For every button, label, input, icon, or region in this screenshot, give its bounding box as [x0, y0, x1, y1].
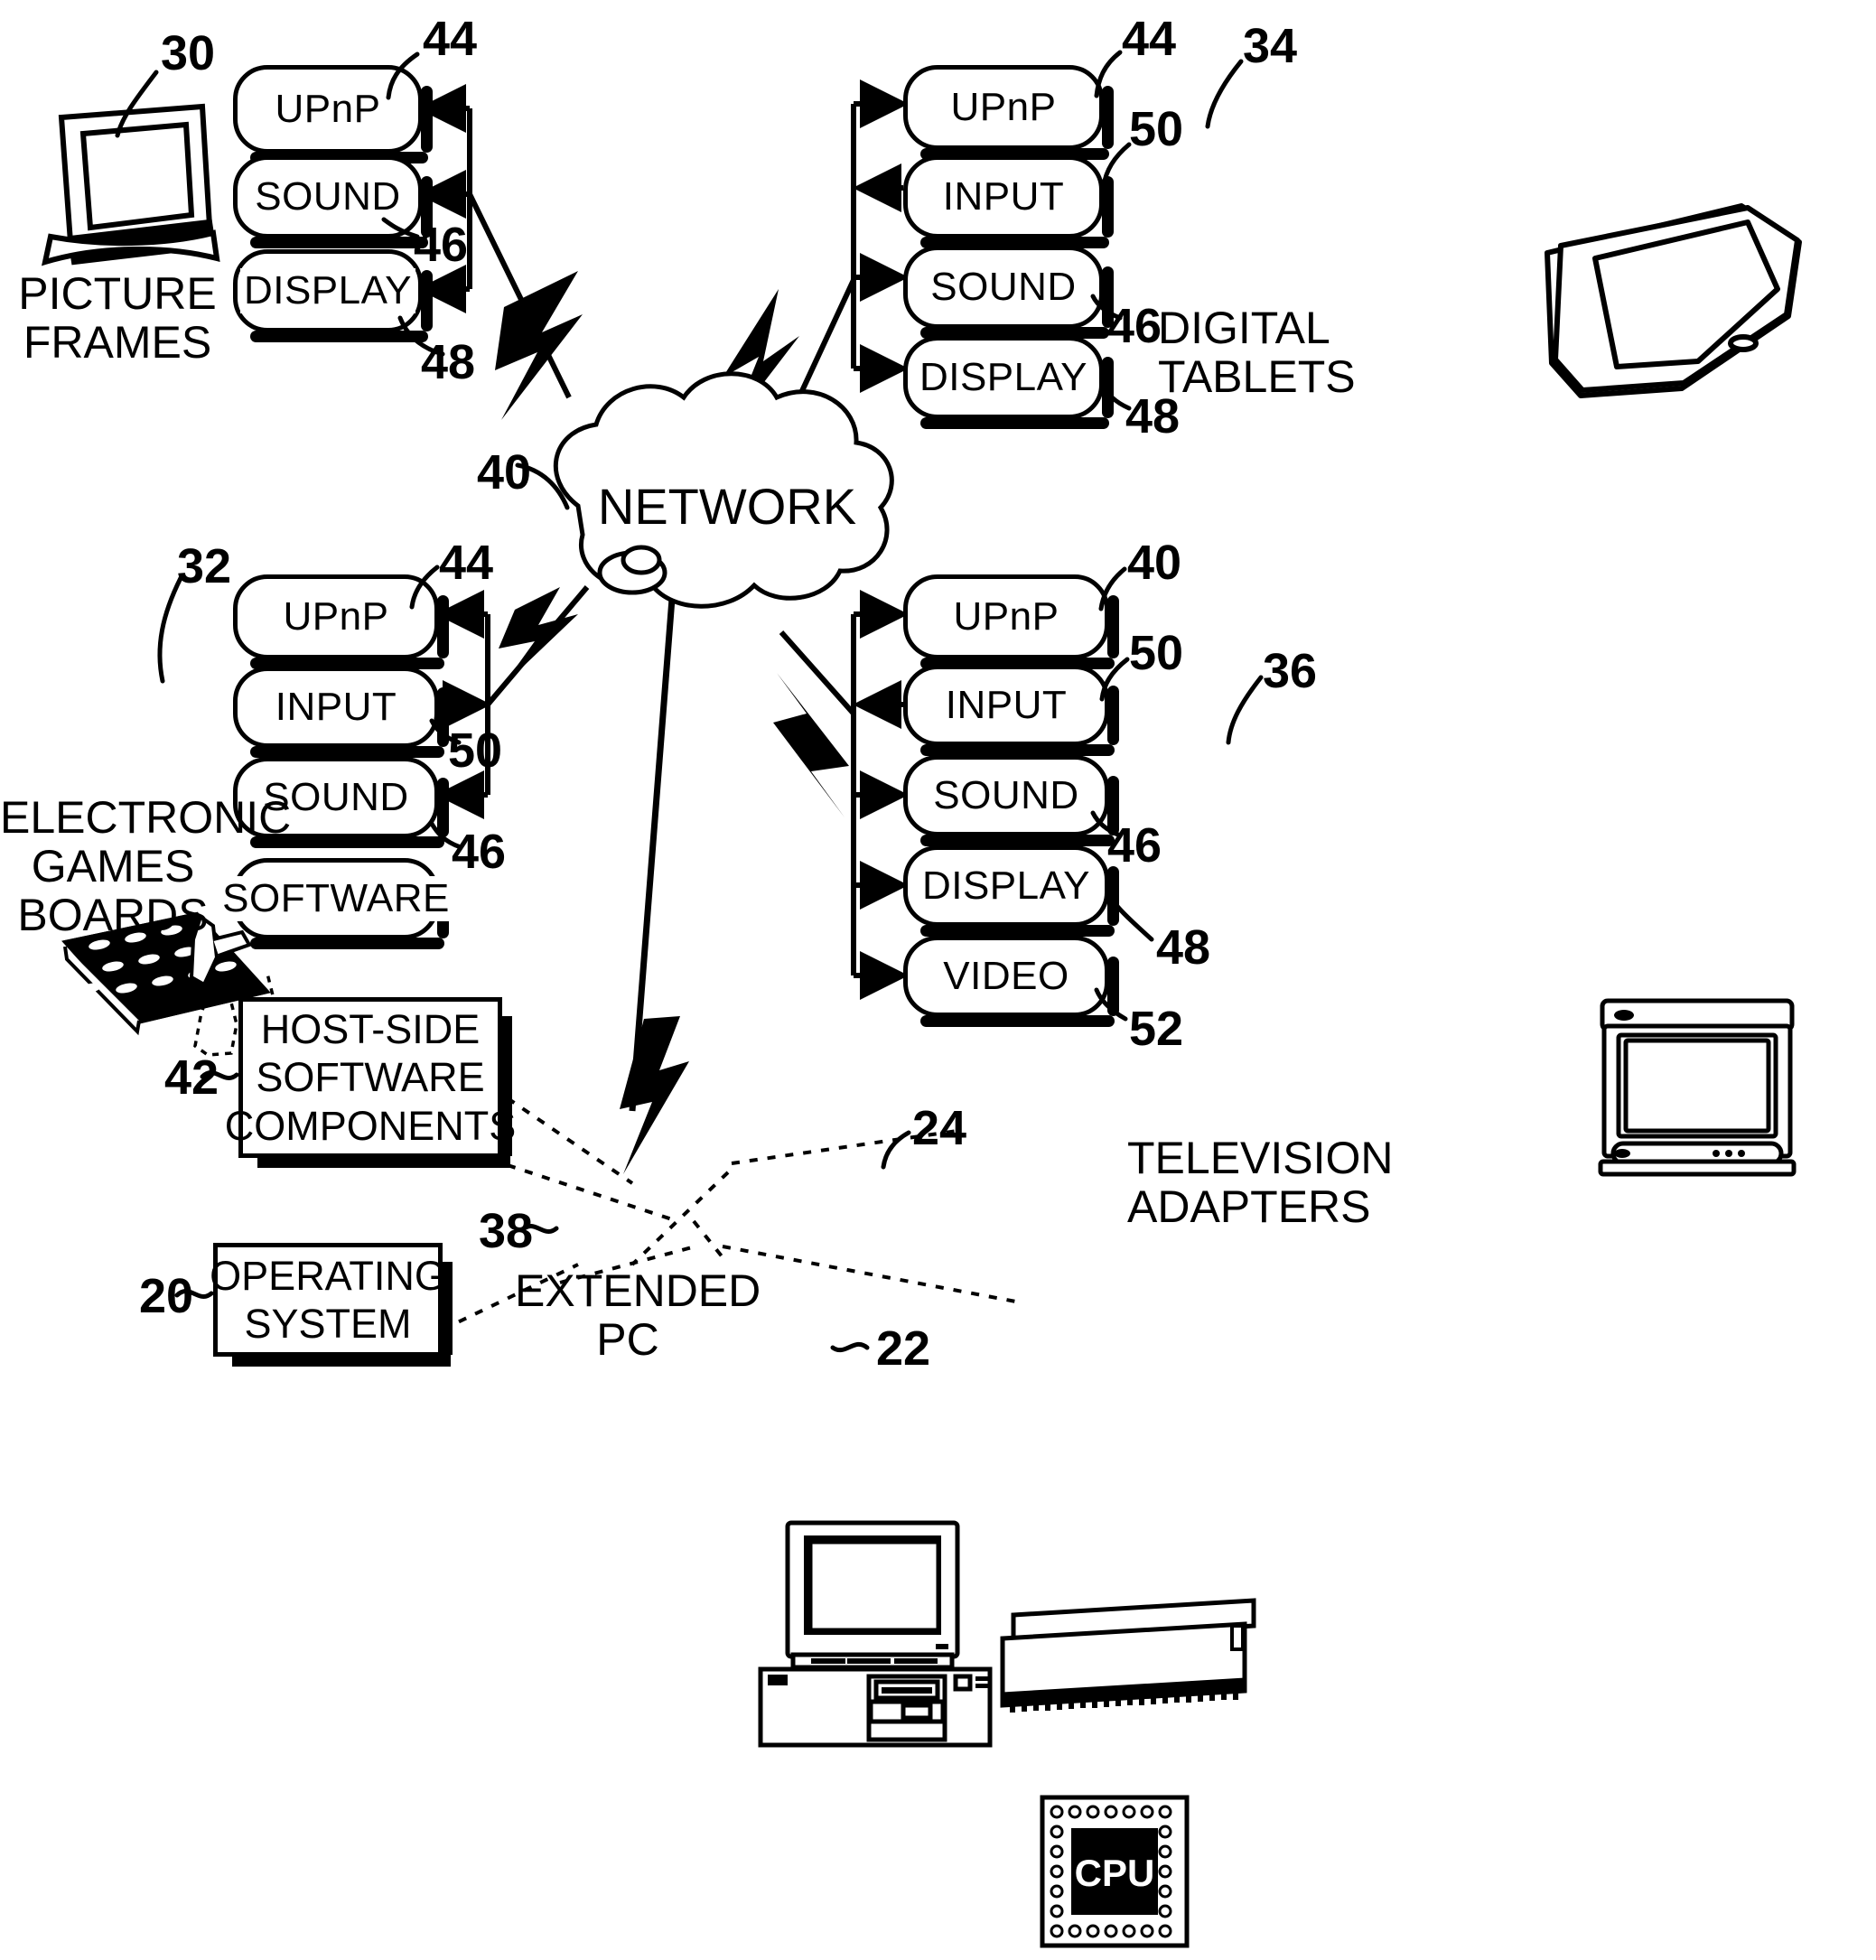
patent-figure: NETWORK CPU UPnP SOUND DISPLAY UPnP INPU… [0, 0, 1876, 1960]
leader-lines [115, 50, 1264, 1353]
